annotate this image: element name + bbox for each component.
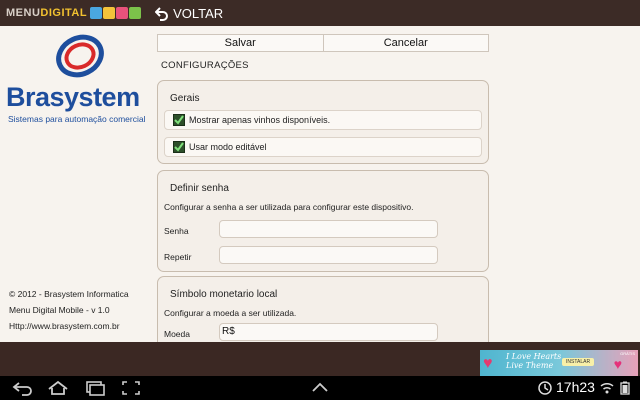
ad-line1: I Love Hearts [506, 352, 562, 361]
checkbox-checked-icon[interactable] [173, 141, 185, 153]
repeat-password-input[interactable] [219, 246, 438, 264]
save-button[interactable]: Salvar [158, 35, 323, 51]
brasystem-logo-icon [56, 34, 104, 78]
heart-icon: ♥ [483, 355, 493, 372]
home-nav-icon[interactable] [47, 380, 69, 396]
page-title: CONFIGURAÇÕES [161, 60, 249, 71]
group-title: Símbolo monetario local [170, 289, 278, 300]
ad-text: I Love Hearts Live Theme [506, 352, 561, 370]
company-name: Brasystem [6, 82, 140, 112]
password-description: Configurar a senha a ser utilizada para … [164, 202, 414, 212]
password-settings-group: Definir senha Configurar a senha a ser u… [157, 170, 489, 272]
ad-line2: Live Theme [506, 361, 554, 370]
copyright-text: © 2012 - Brasystem Informatica [9, 289, 129, 299]
password-label: Senha [164, 226, 189, 236]
version-text: Menu Digital Mobile - v 1.0 [9, 305, 110, 315]
heart-icon: ♥ [613, 356, 622, 372]
currency-label: Moeda [164, 329, 190, 339]
ad-bar: ♥ I Love Hearts Live Theme INSTALAR GRÁT… [0, 342, 640, 376]
available-wines-only-option[interactable]: Mostrar apenas vinhos disponíveis. [164, 110, 482, 130]
repeat-password-label: Repetir [164, 252, 192, 262]
wifi-icon [600, 382, 614, 394]
currency-description: Configurar a moeda a ser utilizada. [164, 308, 297, 318]
bulb-icon [103, 7, 116, 19]
bulb-icon [129, 7, 142, 19]
group-title: Gerais [170, 93, 200, 104]
recent-apps-icon[interactable] [84, 380, 106, 396]
option-label: Mostrar apenas vinhos disponíveis. [189, 115, 331, 125]
app-brand: MENU DIGITAL [6, 7, 142, 19]
currency-settings-group: Símbolo monetario local Configurar a moe… [157, 276, 489, 342]
back-arrow-icon [155, 7, 169, 21]
chevron-up-icon[interactable] [310, 380, 330, 396]
brand-name-part2: DIGITAL [40, 7, 88, 19]
brand-icons [90, 7, 142, 19]
back-label: VOLTAR [173, 5, 224, 21]
edit-mode-option[interactable]: Usar modo editável [164, 137, 482, 157]
ad-tag: GRÁTIS [620, 351, 635, 356]
system-nav-bar: 17h23 [0, 376, 640, 400]
currency-input[interactable]: R$ [219, 323, 438, 341]
company-info: © 2012 - Brasystem Informatica Menu Digi… [9, 286, 129, 334]
checkbox-checked-icon[interactable] [173, 114, 185, 126]
action-toolbar: Salvar Cancelar [157, 34, 489, 52]
brand-name-part1: MENU [6, 7, 41, 19]
app-top-bar: MENU DIGITAL VOLTAR [0, 0, 640, 26]
password-input[interactable] [219, 220, 438, 238]
content-area: Brasystem Sistemas para automação comerc… [0, 26, 640, 342]
cancel-button[interactable]: Cancelar [322, 35, 489, 51]
screenshot-icon[interactable] [120, 380, 142, 396]
company-tagline: Sistemas para automação comercial [8, 114, 146, 124]
website-link[interactable]: Http://www.brasystem.com.br [9, 318, 129, 334]
clock: 17h23 [556, 379, 595, 395]
alarm-icon [538, 381, 552, 395]
option-label: Usar modo editável [189, 142, 267, 152]
back-button[interactable]: VOLTAR [155, 5, 223, 21]
battery-icon [620, 381, 630, 395]
ad-banner[interactable]: ♥ I Love Hearts Live Theme INSTALAR GRÁT… [480, 350, 638, 376]
group-title: Definir senha [170, 183, 229, 194]
back-nav-icon[interactable] [12, 380, 34, 396]
ad-install-button[interactable]: INSTALAR [562, 358, 595, 366]
general-settings-group: Gerais Mostrar apenas vinhos disponíveis… [157, 80, 489, 164]
bulb-icon [90, 7, 103, 19]
bulb-icon [116, 7, 129, 19]
